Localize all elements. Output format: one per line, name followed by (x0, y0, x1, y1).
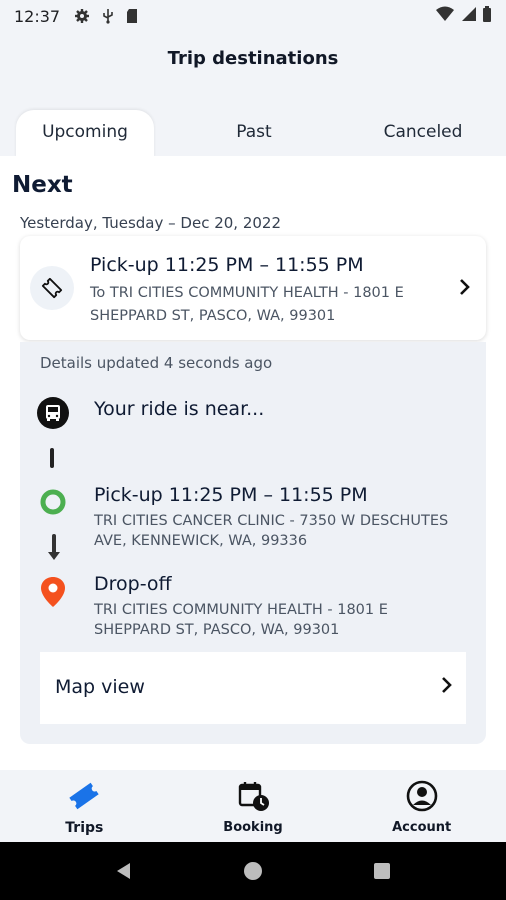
trip-date: Yesterday, Tuesday – Dec 20, 2022 (20, 214, 282, 232)
pickup-circle-icon (40, 489, 66, 519)
nav-trips[interactable]: Trips (0, 770, 169, 842)
nav-account-label: Account (392, 820, 452, 835)
trip-details-panel: Details updated 4 seconds ago Your ride … (20, 342, 486, 744)
ticket-icon (30, 266, 74, 310)
account-circle-icon (405, 780, 439, 816)
timeline-connector (50, 448, 54, 468)
back-icon[interactable] (104, 851, 144, 891)
trip-card-title: Pick-up 11:25 PM – 11:55 PM (90, 254, 364, 276)
nav-trips-label: Trips (65, 820, 104, 836)
map-view-label: Map view (55, 676, 145, 698)
chevron-right-icon (458, 278, 472, 300)
details-updated-text: Details updated 4 seconds ago (40, 354, 273, 372)
bus-icon (36, 396, 70, 434)
home-icon[interactable] (233, 851, 273, 891)
recents-icon[interactable] (362, 851, 402, 891)
trip-card[interactable]: Pick-up 11:25 PM – 11:55 PM To TRI CITIE… (20, 236, 486, 340)
bottom-nav: Trips Booking Account (0, 770, 506, 842)
chevron-right-icon (440, 676, 454, 698)
battery-icon (482, 6, 492, 26)
status-time: 12:37 (14, 6, 61, 26)
dropoff-title: Drop-off (94, 573, 172, 595)
signal-icon (460, 6, 476, 26)
pickup-title: Pick-up 11:25 PM – 11:55 PM (94, 484, 368, 506)
calendar-clock-icon (236, 780, 270, 816)
tab-upcoming[interactable]: Upcoming (16, 110, 154, 158)
wifi-icon (436, 6, 454, 26)
trip-card-destination: To TRI CITIES COMMUNITY HEALTH - 1801 E … (90, 285, 404, 324)
settings-icon (74, 8, 90, 24)
trips-content: Next Yesterday, Tuesday – Dec 20, 2022 P… (0, 156, 506, 770)
ticket-icon (67, 780, 101, 816)
map-view-button[interactable]: Map view (40, 652, 466, 724)
tab-past[interactable]: Past (190, 110, 318, 158)
section-heading: Next (12, 172, 73, 198)
status-bar: 12:37 (0, 0, 506, 32)
system-nav-bar (0, 842, 506, 900)
trip-tabs: Upcoming Past Canceled (0, 110, 506, 158)
arrow-down-icon (48, 534, 60, 566)
status-right (436, 6, 492, 26)
location-pin-icon (40, 576, 66, 612)
dropoff-address: TRI CITIES COMMUNITY HEALTH - 1801 E SHE… (94, 602, 388, 638)
tab-canceled[interactable]: Canceled (360, 110, 486, 158)
page-title: Trip destinations (167, 48, 339, 69)
usb-icon (102, 8, 114, 24)
ride-near-status: Your ride is near... (94, 398, 265, 420)
nav-account[interactable]: Account (337, 770, 506, 842)
nav-booking-label: Booking (223, 820, 283, 835)
pickup-address: TRI CITIES CANCER CLINIC - 7350 W DESCHU… (94, 513, 449, 549)
nav-booking[interactable]: Booking (169, 770, 338, 842)
sd-card-icon (126, 8, 138, 24)
